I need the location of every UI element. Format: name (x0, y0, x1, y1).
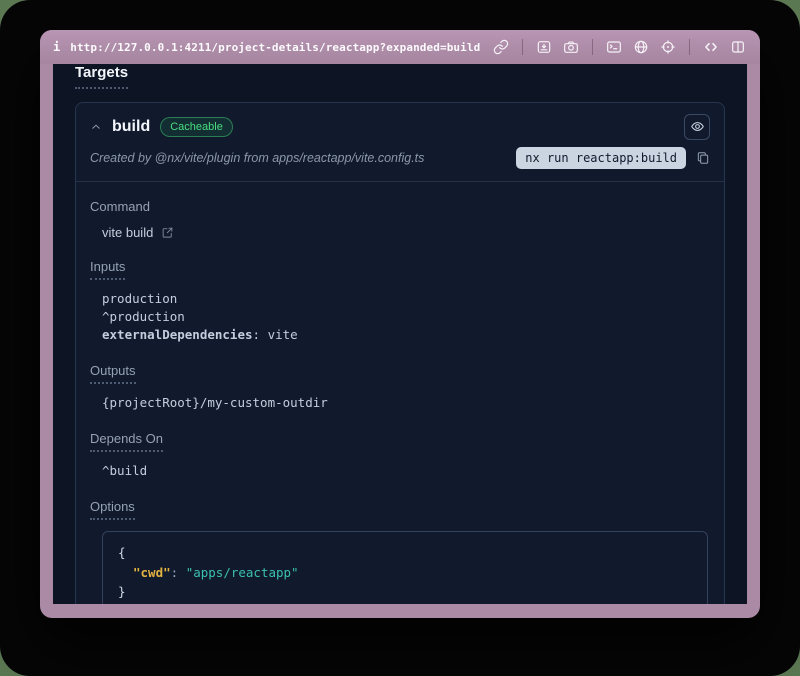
command-value-row: vite build (102, 225, 710, 240)
created-by-text: Created by @nx/vite/plugin from apps/rea… (90, 151, 424, 165)
split-panel-icon[interactable] (729, 38, 747, 56)
json-line: "cwd": "apps/reactapp" (118, 563, 692, 582)
target-name-build: build (112, 118, 150, 136)
inputs-list: production ^production externalDependenc… (102, 290, 710, 344)
target-card-build: build Cacheable Created by @nx/vite/plug… (75, 102, 725, 604)
depends-on-list: ^build (102, 462, 710, 480)
depends-on-section-label: Depends On (90, 431, 710, 452)
options-section-label: Options (90, 499, 710, 520)
depends-on-item: ^build (102, 462, 710, 480)
toolbar-divider (592, 39, 593, 55)
external-link-icon[interactable] (161, 226, 174, 239)
address-bar[interactable]: http://127.0.0.1:4211/project-details/re… (70, 41, 480, 54)
json-line: } (118, 582, 692, 601)
globe-icon[interactable] (632, 38, 650, 56)
eye-icon (690, 119, 705, 134)
outputs-list: {projectRoot}/my-custom-outdir (102, 394, 710, 412)
build-card-header[interactable]: build Cacheable (76, 103, 724, 144)
targets-heading: Targets (75, 64, 128, 89)
code-icon[interactable] (702, 38, 720, 56)
copy-icon[interactable] (696, 151, 710, 165)
save-frame-icon[interactable] (535, 38, 553, 56)
browser-window: i http://127.0.0.1:4211/project-details/… (40, 30, 760, 618)
project-details-page: Targets build Cacheable Created by @nx/v… (53, 64, 747, 604)
page-viewport: Targets build Cacheable Created by @nx/v… (53, 64, 747, 604)
toolbar-divider (689, 39, 690, 55)
cacheable-badge: Cacheable (160, 117, 233, 137)
info-icon: i (53, 40, 60, 54)
toolbar-divider (522, 39, 523, 55)
input-item: production (102, 290, 710, 308)
outputs-section-label: Outputs (90, 363, 710, 384)
options-json-block: { "cwd": "apps/reactapp" } (102, 531, 708, 604)
input-item: externalDependencies: vite (102, 326, 710, 344)
terminal-icon[interactable] (605, 38, 623, 56)
browser-titlebar: i http://127.0.0.1:4211/project-details/… (40, 30, 760, 64)
chevron-up-icon (90, 121, 102, 133)
inputs-section-label: Inputs (90, 259, 710, 280)
command-value: vite build (102, 225, 153, 240)
input-item: ^production (102, 308, 710, 326)
link-icon[interactable] (492, 38, 510, 56)
build-card-body: Command vite build Inputs production ^pr… (76, 182, 724, 604)
camera-icon[interactable] (562, 38, 580, 56)
output-item: {projectRoot}/my-custom-outdir (102, 394, 710, 412)
command-section-label: Command (90, 199, 710, 214)
view-target-graph-button[interactable] (684, 114, 710, 140)
run-command-chip: nx run reactapp:build (516, 147, 686, 169)
build-meta-row: Created by @nx/vite/plugin from apps/rea… (76, 144, 724, 181)
browser-toolbar (492, 38, 747, 56)
json-line: { (118, 543, 692, 562)
crosshair-icon[interactable] (659, 38, 677, 56)
